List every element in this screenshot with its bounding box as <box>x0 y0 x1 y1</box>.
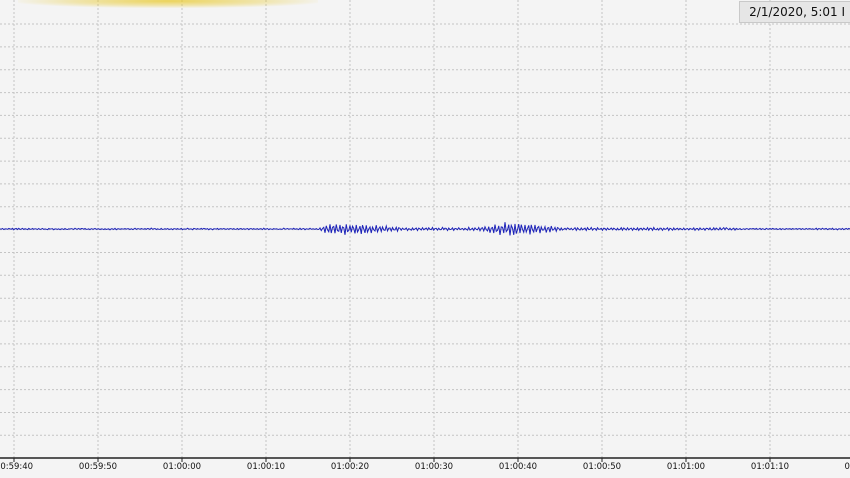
x-axis-ticks: 00:59:40 00:59:50 01:00:00 01:00:10 01:00:20… <box>0 458 850 472</box>
x-tick-label: 01:01:10 <box>751 462 789 472</box>
x-tick-label: 01:00:40 <box>499 462 537 472</box>
x-tick-label: 00:59:40 <box>0 462 33 472</box>
seismogram-plot: 00:59:40 00:59:50 01:00:00 01:00:10 01:00:20… <box>0 0 850 472</box>
x-tick-label: 01:00:20 <box>331 462 369 472</box>
x-tick-label: 00:59:50 <box>79 462 117 472</box>
x-tick-label: 01:00:10 <box>247 462 285 472</box>
x-tick-label: 01:00:00 <box>163 462 201 472</box>
timestamp-label: 2/1/2020, 5:01 I <box>739 1 850 23</box>
x-tick-label: 01:0 <box>844 462 850 472</box>
x-tick-label: 01:01:00 <box>667 462 705 472</box>
x-tick-label: 01:00:50 <box>583 462 621 472</box>
x-tick-label: 01:00:30 <box>415 462 453 472</box>
